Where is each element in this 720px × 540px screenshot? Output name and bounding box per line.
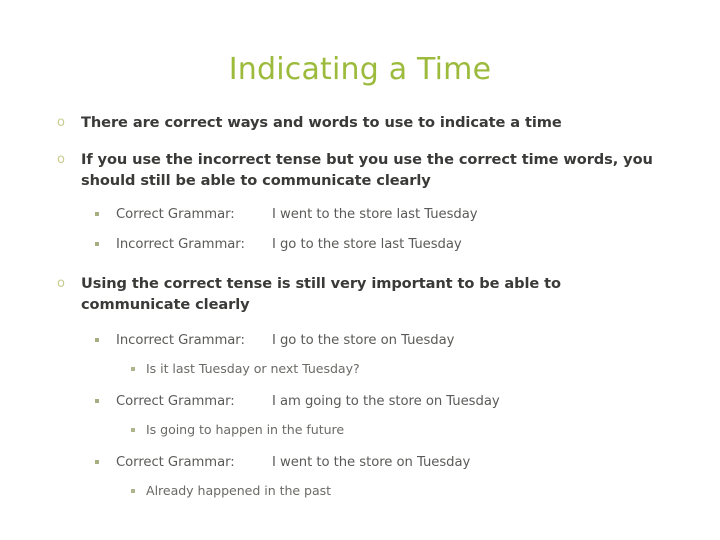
square-bullet-icon	[95, 460, 99, 464]
bullet-level2: Correct Grammar: I am going to the store …	[0, 392, 720, 411]
bullet-row: Already happened in the past	[0, 482, 720, 500]
grammar-label: Correct Grammar:	[116, 394, 235, 409]
bullet-text-line: Correct Grammar: I went to the store last…	[116, 205, 720, 224]
bullet-text-line: Incorrect Grammar: I go to the store on T…	[116, 331, 720, 350]
square-bullet-icon	[95, 242, 99, 246]
bullet-row: Correct Grammar: I went to the store on T…	[0, 453, 720, 472]
circle-bullet-icon: o	[57, 276, 65, 291]
bullet-level1: o If you use the incorrect tense but you…	[0, 149, 720, 191]
bullet-row: o There are correct ways and words to us…	[0, 112, 720, 133]
grammar-example: I go to the store last Tuesday	[272, 237, 462, 252]
square-bullet-icon	[95, 399, 99, 403]
bullet-row: Incorrect Grammar: I go to the store last…	[0, 235, 720, 254]
bullet-row: Correct Grammar: I went to the store last…	[0, 205, 720, 224]
grammar-label: Correct Grammar:	[116, 207, 235, 222]
grammar-example: I went to the store last Tuesday	[272, 207, 478, 222]
bullet-level2: Correct Grammar: I went to the store last…	[0, 205, 720, 224]
bullet-text: There are correct ways and words to use …	[81, 114, 562, 131]
square-bullet-icon	[131, 428, 135, 432]
bullet-level1: o Using the correct tense is still very …	[0, 273, 720, 315]
circle-bullet-icon: o	[57, 115, 65, 130]
bullet-row: Is it last Tuesday or next Tuesday?	[0, 360, 720, 378]
page-title: Indicating a Time	[228, 52, 492, 87]
grammar-label: Correct Grammar:	[116, 455, 235, 470]
bullet-text-line: Correct Grammar: I am going to the store …	[116, 392, 720, 411]
square-bullet-icon	[131, 489, 135, 493]
square-bullet-icon	[95, 212, 99, 216]
bullet-level3: Is it last Tuesday or next Tuesday?	[0, 360, 720, 378]
square-bullet-icon	[95, 338, 99, 342]
bullet-level2: Correct Grammar: I went to the store on T…	[0, 453, 720, 472]
slide-body: o There are correct ways and words to us…	[0, 112, 720, 500]
bullet-text-line: Incorrect Grammar: I go to the store last…	[116, 235, 720, 254]
grammar-example: I went to the store on Tuesday	[272, 455, 471, 470]
bullet-text: Using the correct tense is still very im…	[81, 275, 561, 313]
bullet-level2: Incorrect Grammar: I go to the store last…	[0, 235, 720, 254]
bullet-row: o Using the correct tense is still very …	[0, 273, 720, 315]
bullet-row: Correct Grammar: I am going to the store …	[0, 392, 720, 411]
grammar-label: Incorrect Grammar:	[116, 333, 245, 348]
bullet-level2: Incorrect Grammar: I go to the store on T…	[0, 331, 720, 350]
square-bullet-icon	[131, 367, 135, 371]
bullet-row: Is going to happen in the future	[0, 421, 720, 439]
bullet-row: Incorrect Grammar: I go to the store on T…	[0, 331, 720, 350]
bullet-level1: o There are correct ways and words to us…	[0, 112, 720, 133]
bullet-row: o If you use the incorrect tense but you…	[0, 149, 720, 191]
grammar-label: Incorrect Grammar:	[116, 237, 245, 252]
bullet-text: Already happened in the past	[146, 483, 332, 498]
presentation-slide: Indicating a Time o There are correct wa…	[0, 0, 720, 540]
grammar-example: I am going to the store on Tuesday	[272, 394, 500, 409]
bullet-text-line: Correct Grammar: I went to the store on T…	[116, 453, 720, 472]
bullet-level3: Already happened in the past	[0, 482, 720, 500]
grammar-example: I go to the store on Tuesday	[272, 333, 455, 348]
bullet-text: Is it last Tuesday or next Tuesday?	[146, 361, 360, 376]
bullet-text: Is going to happen in the future	[146, 422, 345, 437]
bullet-level3: Is going to happen in the future	[0, 421, 720, 439]
bullet-text: If you use the incorrect tense but you u…	[81, 151, 653, 189]
circle-bullet-icon: o	[57, 152, 65, 167]
